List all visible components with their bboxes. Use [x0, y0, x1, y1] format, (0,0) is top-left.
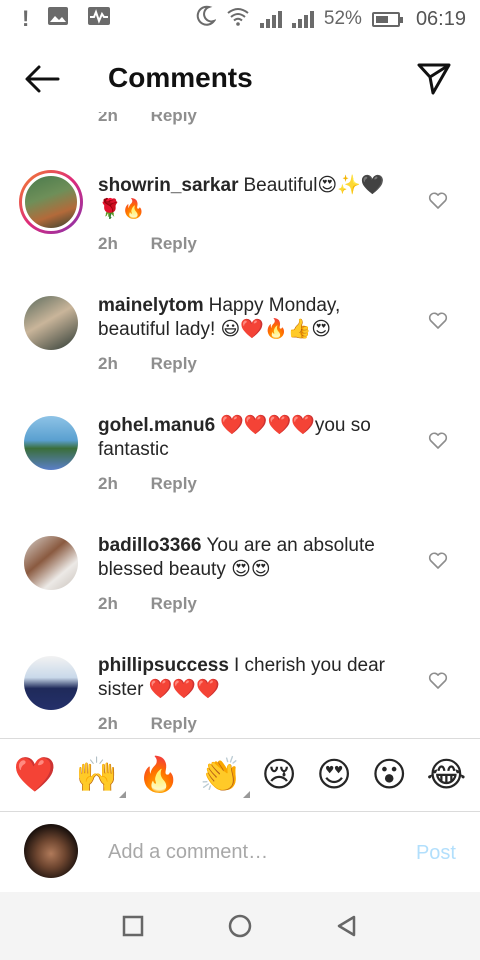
system-back-button[interactable] — [332, 911, 362, 941]
comment-username[interactable]: showrin_sarkar — [98, 175, 238, 196]
header: Comments — [0, 50, 480, 108]
signal-icon — [259, 10, 282, 28]
recents-button[interactable] — [118, 911, 148, 941]
skin-tone-indicator — [119, 791, 127, 798]
activity-icon — [87, 6, 111, 32]
comment-row: gohel.manu6 ❤️❤️❤️❤️you so fantastic 2h R… — [0, 406, 480, 526]
heart-outline-icon[interactable] — [428, 312, 448, 330]
triangle-back-icon — [337, 915, 355, 937]
add-comment-row: Post — [0, 812, 480, 892]
comment-row: phillipsuccess I cherish you dear sister … — [0, 646, 480, 738]
battery-icon — [371, 11, 403, 27]
comment-text: mainelytom Happy Monday, beautiful lady! … — [98, 294, 408, 342]
comment-text: showrin_sarkar Beautiful😍✨🖤🌹🔥 — [98, 174, 408, 222]
emoji-crying[interactable]: 😢 — [261, 758, 296, 792]
heart-outline-icon[interactable] — [428, 552, 448, 570]
comment-text: phillipsuccess I cherish you dear sister … — [98, 654, 408, 702]
reply-button[interactable]: Reply — [151, 714, 197, 733]
emoji-raised-hands[interactable]: 🙌 — [75, 756, 127, 798]
partial-comment-meta: 2h Reply — [98, 112, 225, 126]
comment-meta: 2h Reply — [98, 714, 197, 734]
reply-button[interactable]: Reply — [151, 234, 197, 253]
comment-username[interactable]: gohel.manu6 — [98, 415, 215, 436]
comment-text: gohel.manu6 ❤️❤️❤️❤️you so fantastic — [98, 414, 408, 462]
signal-icon-2 — [291, 10, 314, 28]
emoji-glyph: 🙌 — [75, 756, 119, 794]
comment-time: 2h — [98, 594, 118, 613]
avatar[interactable] — [24, 824, 78, 878]
circle-icon — [228, 914, 252, 938]
back-button[interactable] — [22, 62, 62, 96]
navigation-bar — [0, 892, 480, 960]
comment-username[interactable]: badillo3366 — [98, 535, 202, 556]
clock: 06:19 — [415, 7, 466, 30]
comment-meta: 2h Reply — [98, 474, 197, 494]
avatar[interactable] — [24, 296, 78, 350]
emoji-heart-eyes[interactable]: 😍 — [316, 758, 351, 792]
avatar[interactable] — [24, 656, 78, 710]
alert-icon: ! — [22, 6, 30, 31]
comment-text: badillo3366 You are an absolute blessed b… — [98, 534, 408, 582]
comment-username[interactable]: mainelytom — [98, 295, 204, 316]
emoji-clap[interactable]: 👏 — [199, 756, 250, 798]
emoji-laughing[interactable]: 😂 — [426, 758, 466, 792]
avatar[interactable] — [24, 536, 78, 590]
emoji-surprised[interactable]: 😮 — [371, 758, 406, 792]
battery-percent: 52% — [323, 8, 362, 29]
comment-row: mainelytom Happy Monday, beautiful lady! … — [0, 286, 480, 406]
comment-meta: 2h Reply — [98, 594, 197, 614]
comment-time: 2h — [98, 234, 118, 253]
heart-outline-icon[interactable] — [428, 672, 448, 690]
reply-button[interactable]: Reply — [151, 112, 197, 125]
arrow-left-icon — [25, 65, 60, 93]
comment-meta: 2h Reply — [98, 354, 197, 374]
comment-meta: 2h Reply — [98, 234, 197, 254]
reply-button[interactable]: Reply — [151, 474, 197, 493]
comment-time: 2h — [98, 714, 118, 733]
emoji-glyph: 👏 — [199, 756, 242, 794]
comment-username[interactable]: phillipsuccess — [98, 655, 229, 676]
comment-input[interactable] — [108, 838, 388, 866]
comment-row: showrin_sarkar Beautiful😍✨🖤🌹🔥 2h Reply — [0, 166, 480, 286]
wifi-icon — [226, 6, 250, 32]
heart-outline-icon[interactable] — [428, 432, 448, 450]
post-button[interactable]: Post — [416, 842, 456, 865]
emoji-bar: ❤️ 🙌 🔥 👏 😢 😍 😮 😂 — [0, 738, 480, 812]
comment-time: 2h — [98, 112, 118, 125]
share-button[interactable] — [416, 60, 452, 96]
emoji-heart[interactable]: ❤️ — [14, 758, 56, 792]
home-button[interactable] — [225, 911, 255, 941]
avatar[interactable] — [19, 170, 83, 234]
heart-outline-icon[interactable] — [428, 192, 448, 210]
comment-time: 2h — [98, 354, 118, 373]
reply-button[interactable]: Reply — [151, 594, 197, 613]
paper-plane-icon — [417, 63, 451, 95]
square-icon — [123, 915, 144, 937]
skin-tone-indicator — [242, 791, 250, 798]
comments-list: 2h Reply showrin_sarkar Beautiful😍✨🖤🌹🔥 2h… — [0, 112, 480, 738]
reply-button[interactable]: Reply — [151, 354, 197, 373]
status-bar: ! 52% 06:19 — [0, 0, 480, 38]
page-title: Comments — [108, 62, 253, 93]
comment-row: badillo3366 You are an absolute blessed b… — [0, 526, 480, 646]
moon-icon — [196, 5, 217, 33]
gallery-icon — [47, 6, 69, 32]
comment-time: 2h — [98, 474, 118, 493]
avatar[interactable] — [24, 416, 78, 470]
emoji-fire[interactable]: 🔥 — [138, 758, 180, 792]
